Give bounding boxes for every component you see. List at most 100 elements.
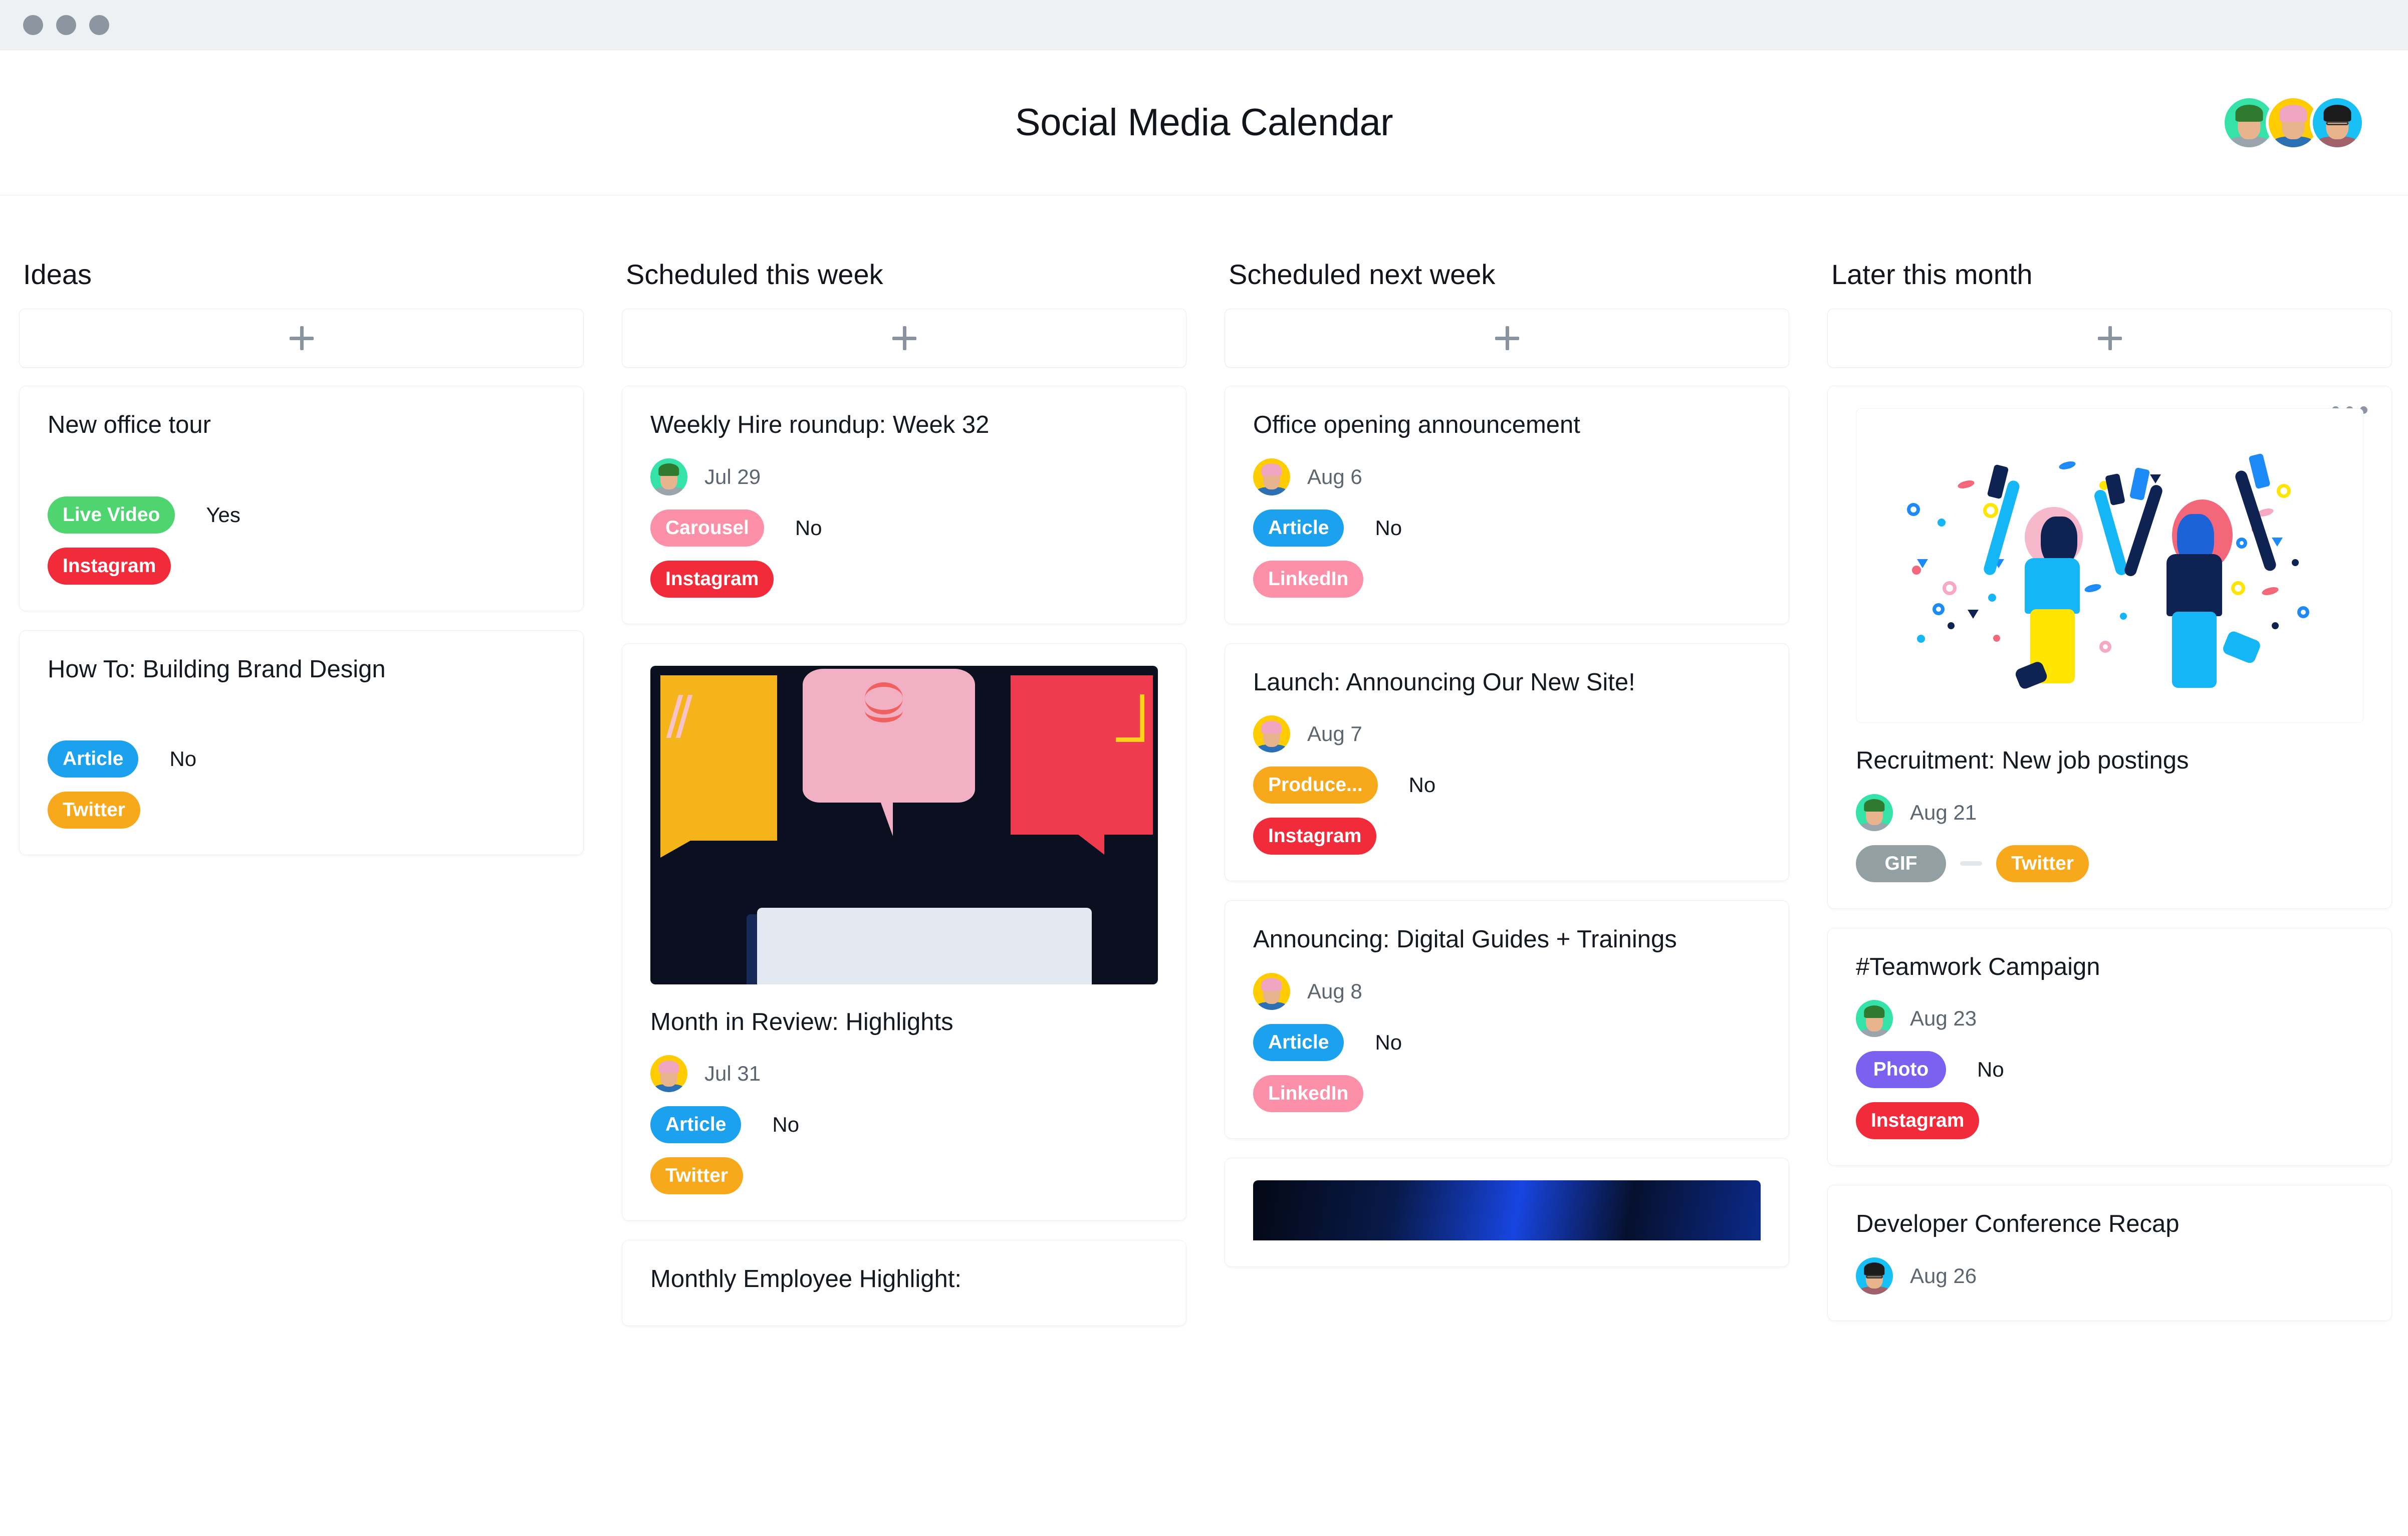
card-tag-row: Instagram (48, 547, 555, 585)
confetti-piece (1917, 634, 1925, 643)
board-card[interactable]: New office tour Live Video Yes Instagram (19, 386, 584, 611)
card-tag[interactable]: Instagram (48, 547, 171, 585)
board-card[interactable]: Recruitment: New job postings Aug 21 GIF Tw… (1827, 386, 2392, 909)
plus-icon (1495, 326, 1519, 350)
card-meta-row: Aug 6 (1253, 458, 1761, 495)
card-tag-row: Photo No (1856, 1051, 2363, 1089)
card-tag-row: Carousel No (650, 509, 1158, 547)
card-tag-row: GIF Twitter (1856, 845, 2363, 882)
card-meta-row: Aug 21 (1856, 794, 2363, 831)
zoom-window-icon[interactable] (89, 15, 109, 35)
add-card-button[interactable] (1225, 309, 1789, 368)
card-tag[interactable]: Produce... (1253, 766, 1378, 804)
column-title: Later this month (1831, 259, 2033, 290)
confetti-piece (1937, 519, 1946, 527)
add-card-button[interactable] (19, 309, 584, 368)
speech-bubbles-illustration (650, 665, 1158, 984)
board-column: Scheduled next week Office opening announ… (1206, 195, 1808, 1535)
card-tag[interactable]: Twitter (650, 1157, 743, 1195)
card-answer-value: No (1977, 1058, 2004, 1082)
card-assignee-avatar[interactable] (1253, 973, 1290, 1010)
card-meta-row: Aug 7 (1253, 715, 1761, 753)
confetti-piece (1932, 603, 1945, 616)
board-card[interactable] (1225, 1158, 1789, 1267)
board-column: Scheduled this week Weekly Hire roundup: … (603, 195, 1206, 1535)
board-card[interactable]: How To: Building Brand Design Article No Tw… (19, 630, 584, 856)
card-answer-value: No (772, 1113, 800, 1137)
card-due-date: Aug 7 (1307, 722, 1362, 746)
card-title: Monthly Employee Highlight: (650, 1265, 961, 1293)
card-cover-image (650, 665, 1158, 984)
confetti-piece (1947, 622, 1955, 629)
page-title: Social Media Calendar (1015, 101, 1393, 144)
confetti-piece (1957, 479, 1976, 490)
card-tag-row: LinkedIn (1253, 1075, 1761, 1113)
card-assignee-avatar[interactable] (650, 1055, 687, 1093)
card-spacer (48, 689, 555, 726)
close-window-icon[interactable] (23, 15, 43, 35)
card-due-date: Aug 21 (1910, 800, 1977, 824)
card-assignee-avatar[interactable] (1253, 715, 1290, 753)
card-assignee-avatar[interactable] (1856, 1257, 1893, 1295)
card-title: Month in Review: Highlights (650, 1008, 953, 1036)
card-tag[interactable]: Twitter (48, 792, 140, 829)
card-tag[interactable]: Article (48, 740, 139, 778)
card-tag-row: Produce... No (1253, 766, 1761, 804)
card-due-date: Aug 26 (1910, 1264, 1977, 1288)
card-tag-row: Live Video Yes (48, 496, 555, 534)
card-tag[interactable]: Live Video (48, 496, 175, 534)
board-card[interactable]: Month in Review: Highlights Jul 31 Article… (622, 643, 1186, 1221)
card-tag[interactable]: Carousel (650, 509, 764, 547)
board-card[interactable]: Developer Conference Recap Aug 26 (1827, 1185, 2392, 1322)
card-assignee-avatar[interactable] (1856, 794, 1893, 831)
card-answer-value: No (1375, 516, 1402, 540)
card-tag-row: Twitter (650, 1157, 1158, 1195)
board-card[interactable]: #Teamwork Campaign Aug 23 Photo No Instagram (1827, 927, 2392, 1166)
card-meta-row: Aug 8 (1253, 973, 1761, 1010)
card-tag-row: Instagram (1253, 818, 1761, 855)
card-meta-row: Aug 26 (1856, 1257, 2363, 1295)
card-assignee-avatar[interactable] (650, 458, 687, 495)
card-tag[interactable]: Article (1253, 509, 1344, 547)
card-meta-row: Jul 29 (650, 458, 1158, 495)
card-title: Recruitment: New job postings (1856, 747, 2189, 774)
board-card[interactable]: Announcing: Digital Guides + Trainings Au… (1225, 900, 1789, 1139)
confetti-piece (2292, 559, 2299, 567)
card-tag[interactable]: Photo (1856, 1051, 1946, 1089)
card-title: New office tour (48, 411, 211, 438)
board-column: Later this month Recruitment: New job pos… (1808, 195, 2408, 1535)
card-tag[interactable]: Instagram (650, 560, 774, 598)
board-card[interactable]: Weekly Hire roundup: Week 32 Jul 29 Carous… (622, 386, 1186, 624)
column-title: Scheduled next week (1229, 259, 1496, 290)
kanban-board: Ideas New office tour Live Video Yes Instagr… (0, 195, 2408, 1535)
card-tag[interactable]: Article (1253, 1024, 1344, 1062)
add-card-button[interactable] (1827, 309, 2392, 368)
board-card[interactable]: Launch: Announcing Our New Site! Aug 7 Pro… (1225, 643, 1789, 882)
confetti-piece (2297, 606, 2309, 619)
board-card[interactable]: Office opening announcement Aug 6 Article N… (1225, 386, 1789, 624)
card-tag-row: Article No (1253, 509, 1761, 547)
card-assignee-avatar[interactable] (1856, 1000, 1893, 1038)
card-tag[interactable]: Instagram (1856, 1102, 1980, 1140)
column-title: Scheduled this week (626, 259, 883, 290)
tag-separator-dash-icon (1960, 861, 1982, 866)
card-tag[interactable]: Instagram (1253, 818, 1377, 855)
minimize-window-icon[interactable] (56, 15, 76, 35)
card-tag-row: Article No (650, 1106, 1158, 1144)
add-card-button[interactable] (622, 309, 1186, 368)
card-tag[interactable]: LinkedIn (1253, 560, 1364, 598)
card-tag[interactable]: Twitter (1996, 845, 2089, 882)
board-column: Ideas New office tour Live Video Yes Instagr… (0, 195, 603, 1535)
card-due-date: Jul 29 (704, 464, 761, 488)
card-assignee-avatar[interactable] (1253, 458, 1290, 495)
board-card[interactable]: Monthly Employee Highlight: (622, 1240, 1186, 1327)
card-answer-value: No (795, 516, 822, 540)
card-title: Office opening announcement (1253, 411, 1580, 438)
confetti-piece (2277, 484, 2291, 498)
card-tag[interactable]: Article (650, 1106, 742, 1144)
card-title: Developer Conference Recap (1856, 1210, 2180, 1238)
card-title: Launch: Announcing Our New Site! (1253, 668, 1635, 696)
avatar[interactable] (2310, 95, 2365, 150)
card-tag[interactable]: LinkedIn (1253, 1075, 1364, 1113)
card-tag[interactable]: GIF (1856, 845, 1946, 882)
